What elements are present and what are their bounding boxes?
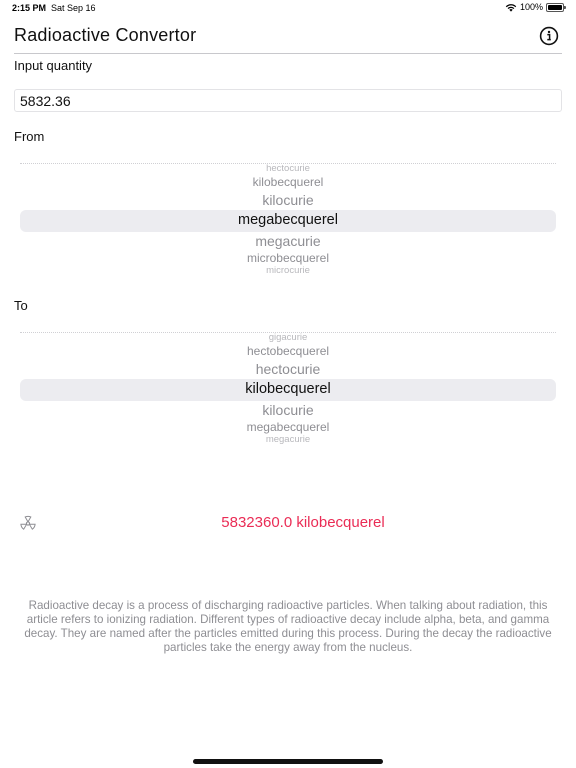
- conversion-result: 5832360.0 kilobecquerel: [221, 514, 385, 531]
- picker-item[interactable]: megacurie: [20, 434, 556, 444]
- picker-item[interactable]: hectobecquerel: [20, 344, 556, 358]
- status-date: Sat Sep 16: [51, 3, 96, 13]
- picker-item[interactable]: hectocurie: [20, 361, 556, 377]
- picker-item[interactable]: kilobecquerel: [20, 175, 556, 189]
- from-label: From: [14, 129, 45, 144]
- picker-item-selected[interactable]: kilobecquerel: [20, 381, 556, 397]
- status-time: 2:15 PM: [12, 3, 47, 13]
- status-bar: 2:15 PM Sat Sep 16 100%: [0, 0, 576, 16]
- status-indicators: 100%: [505, 2, 566, 12]
- info-icon[interactable]: [539, 26, 559, 46]
- to-unit-picker[interactable]: gigacurie hectobecquerel hectocurie kilo…: [20, 329, 556, 449]
- radiation-icon: [20, 515, 36, 530]
- picker-item[interactable]: kilocurie: [20, 402, 556, 418]
- picker-item-selected[interactable]: megabecquerel: [20, 212, 556, 228]
- input-quantity-label: Input quantity: [14, 58, 93, 73]
- quantity-input[interactable]: [14, 89, 562, 112]
- home-indicator[interactable]: [193, 759, 383, 764]
- from-unit-picker[interactable]: hectocurie kilobecquerel kilocurie megab…: [20, 160, 556, 280]
- battery-percent: 100%: [519, 2, 543, 12]
- picker-item[interactable]: megabecquerel: [20, 420, 556, 434]
- wifi-icon: [505, 3, 517, 12]
- picker-item[interactable]: gigacurie: [20, 332, 556, 343]
- app-title: Radioactive Convertor: [14, 25, 197, 45]
- picker-item[interactable]: hectocurie: [20, 163, 556, 174]
- battery-icon: [546, 2, 566, 12]
- picker-item[interactable]: microcurie: [20, 265, 556, 275]
- description-text: Radioactive decay is a process of discha…: [24, 599, 552, 654]
- picker-item[interactable]: microbecquerel: [20, 251, 556, 265]
- picker-item[interactable]: megacurie: [20, 233, 556, 249]
- picker-item[interactable]: kilocurie: [20, 192, 556, 208]
- to-label: To: [14, 298, 28, 313]
- nav-divider: [14, 53, 562, 54]
